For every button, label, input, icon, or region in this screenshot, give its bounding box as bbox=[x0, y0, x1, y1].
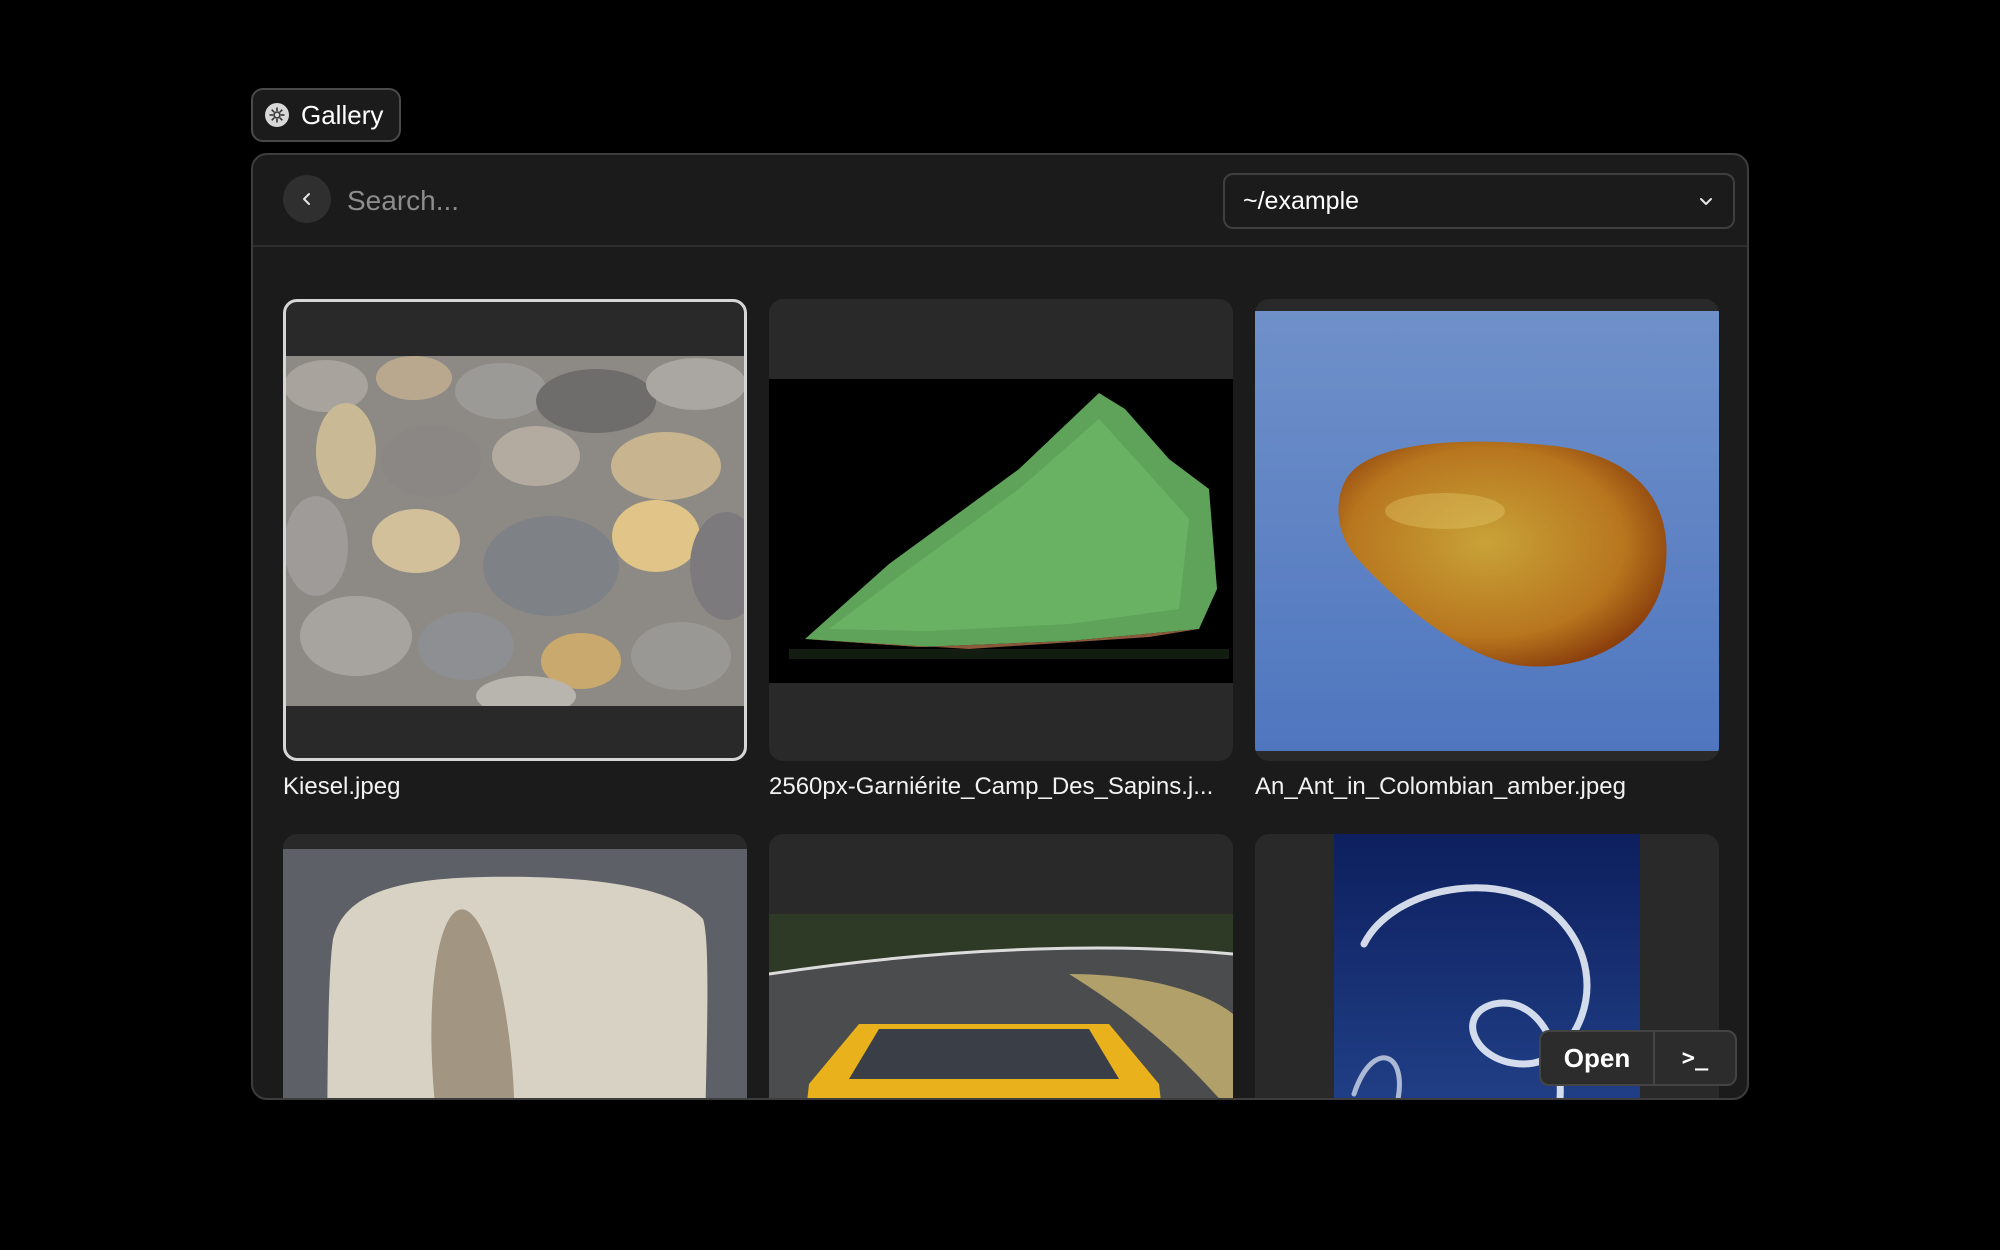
gallery-item[interactable] bbox=[283, 299, 747, 761]
gallery-panel: ~/example bbox=[251, 153, 1749, 1100]
thumbnail-image bbox=[769, 379, 1233, 683]
action-bar: Open >_ bbox=[1539, 1030, 1737, 1086]
gallery-logo-icon bbox=[265, 103, 289, 127]
app-tab[interactable]: Gallery bbox=[251, 88, 402, 142]
app-tab-label: Gallery bbox=[301, 99, 384, 130]
gallery-item[interactable] bbox=[769, 834, 1233, 1098]
directory-value: ~/example bbox=[1243, 186, 1360, 215]
thumbnail-image bbox=[1255, 311, 1719, 751]
gallery-item[interactable] bbox=[769, 299, 1233, 761]
gallery-item[interactable] bbox=[283, 834, 747, 1098]
gallery-item[interactable] bbox=[1255, 299, 1719, 761]
item-caption: 2560px-Garniérite_Camp_Des_Sapins.j... bbox=[769, 773, 1214, 800]
item-caption: Kiesel.jpeg bbox=[283, 773, 401, 800]
item-caption: An_Ant_in_Colombian_amber.jpeg bbox=[1255, 773, 1626, 800]
chevron-down-icon bbox=[1700, 198, 1712, 205]
open-button[interactable]: Open bbox=[1541, 1032, 1655, 1084]
toolbar: ~/example bbox=[253, 155, 1747, 247]
thumbnail-image bbox=[286, 356, 744, 706]
terminal-button[interactable]: >_ bbox=[1655, 1032, 1735, 1084]
thumbnail-image bbox=[283, 849, 747, 1098]
back-button[interactable] bbox=[283, 175, 331, 223]
chevron-left-icon bbox=[303, 193, 310, 205]
search-input[interactable] bbox=[345, 175, 1149, 227]
directory-select[interactable]: ~/example bbox=[1223, 173, 1735, 229]
thumbnail-image bbox=[769, 914, 1233, 1098]
